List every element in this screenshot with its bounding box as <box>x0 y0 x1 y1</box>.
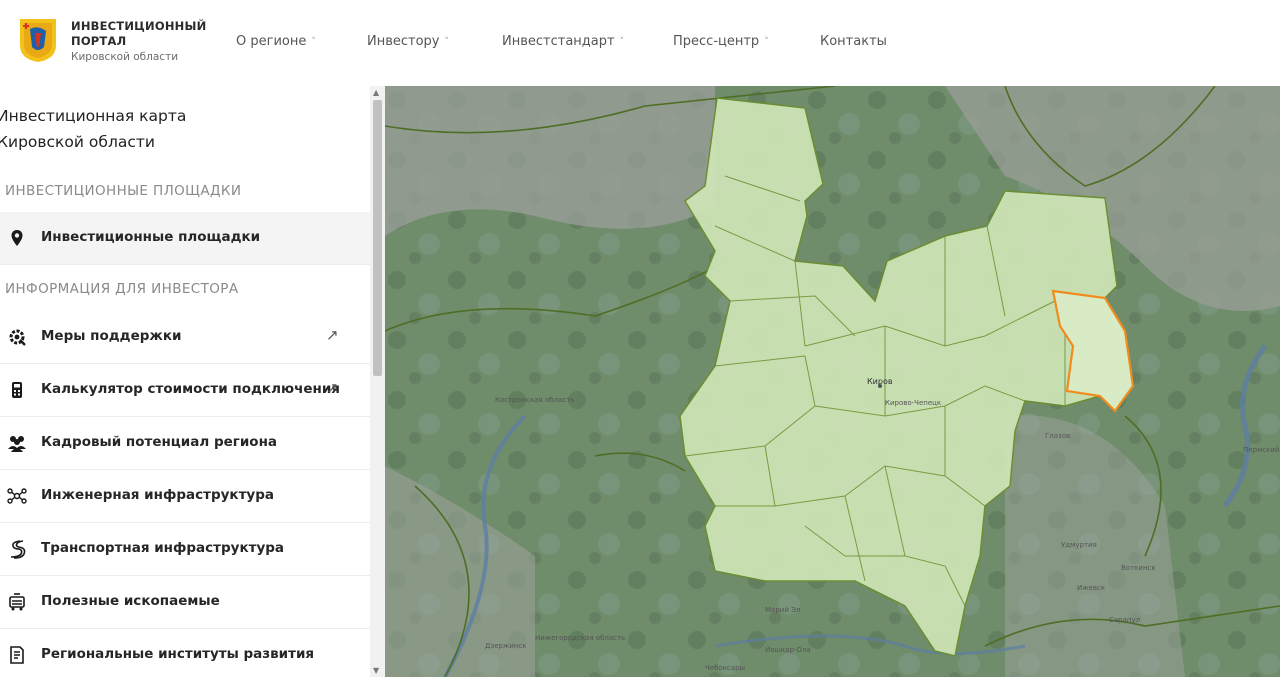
sidebar-item-label: Региональные институты развития <box>41 646 315 662</box>
external-link-icon[interactable]: ↗ <box>326 379 339 397</box>
sidebar-title-line2: Кировской области <box>0 133 155 151</box>
support-gear-icon <box>9 329 26 346</box>
nav-label: О регионе <box>236 34 307 49</box>
map-label-kirov[interactable]: Киров <box>867 377 893 386</box>
external-link-icon[interactable]: ↗ <box>326 326 339 344</box>
map-label-perm[interactable]: Пермский <box>1243 446 1279 454</box>
map-label-izhevsk[interactable]: Ижевск <box>1077 584 1105 592</box>
sidebar-item-engineering[interactable]: Инженерная инфраструктура <box>0 470 370 523</box>
map-canvas[interactable] <box>385 86 1280 677</box>
scroll-up-arrow-icon[interactable]: ▲ <box>373 88 379 97</box>
nav-contacts[interactable]: Контакты <box>820 34 887 49</box>
sidebar-item-development-institutes[interactable]: Региональные институты развития <box>0 629 370 677</box>
nav-press-center[interactable]: Пресс-центр ˅ <box>673 34 769 49</box>
nav-invest-standard[interactable]: Инвестстандарт ˅ <box>502 34 624 49</box>
chevron-down-icon: ˅ <box>444 37 450 47</box>
brand-line3: Кировской области <box>71 51 179 63</box>
sidebar-item-label: Инженерная инфраструктура <box>41 487 274 503</box>
nav-label: Контакты <box>820 34 887 49</box>
map-label-kirovo-chepetsk[interactable]: Кирово-Чепецк <box>885 399 941 407</box>
nav-label: Пресс-центр <box>673 34 760 49</box>
sidebar-item-connection-calculator[interactable]: Калькулятор стоимости подключения ↗ <box>0 364 370 417</box>
map-label-mari-el[interactable]: Марий Эл <box>765 606 800 614</box>
investment-map[interactable]: Киров Кирово-Чепецк Костромская область … <box>385 86 1280 677</box>
section-heading-sites: ИНВЕСТИЦИОННЫЕ ПЛОЩАДКИ <box>5 183 242 199</box>
scroll-down-arrow-icon[interactable]: ▼ <box>373 666 379 675</box>
nav-label: Инвестору <box>367 34 440 49</box>
nav-label: Инвестстандарт <box>502 34 615 49</box>
sidebar-item-minerals[interactable]: Полезные ископаемые <box>0 576 370 629</box>
map-label-dzerzhinsk[interactable]: Дзержинск <box>485 642 526 650</box>
road-icon <box>10 540 26 559</box>
calculator-icon <box>12 382 22 398</box>
map-label-yoshkar-ola[interactable]: Йошкар-Ола <box>765 646 811 654</box>
document-icon <box>10 646 24 664</box>
section-heading-investor-info: ИНФОРМАЦИЯ ДЛЯ ИНВЕСТОРА <box>5 281 239 297</box>
brand-text[interactable]: ИНВЕСТИЦИОННЫЙ ПОРТАЛ Кировской области <box>71 19 206 65</box>
map-label-votkinsk[interactable]: Воткинск <box>1121 564 1156 572</box>
open-land-area <box>385 86 715 236</box>
sidebar-item-label: Меры поддержки <box>41 328 182 344</box>
brand-line2: ПОРТАЛ <box>71 34 127 48</box>
kirov-coat-of-arms-logo[interactable] <box>18 17 58 63</box>
brand-line1: ИНВЕСТИЦИОННЫЙ <box>71 19 207 33</box>
nav-about-region[interactable]: О регионе ˅ <box>236 34 316 49</box>
site-header: ИНВЕСТИЦИОННЫЙ ПОРТАЛ Кировской области … <box>0 0 1280 86</box>
map-label-glazov[interactable]: Глазов <box>1045 432 1070 440</box>
map-label-nizhny[interactable]: Нижегородская область <box>535 634 625 642</box>
nav-investor[interactable]: Инвестору ˅ <box>367 34 449 49</box>
sidebar-item-label: Кадровый потенциал региона <box>41 434 278 450</box>
sidebar-item-transport[interactable]: Транспортная инфраструктура <box>0 523 370 576</box>
map-label-sarapul[interactable]: Сарапул <box>1109 616 1140 624</box>
sidebar-item-workforce[interactable]: Кадровый потенциал региона <box>0 417 370 470</box>
sidebar-item-label: Калькулятор стоимости подключения <box>41 381 340 397</box>
sidebar-item-label: Транспортная инфраструктура <box>41 540 285 556</box>
sidebar-scrollbar[interactable]: ▲ ▼ <box>370 86 385 677</box>
chevron-down-icon: ˅ <box>764 37 769 47</box>
network-icon <box>7 488 27 504</box>
sidebar: Инвестиционная карта Кировской области И… <box>0 86 370 677</box>
sidebar-item-support-measures[interactable]: Меры поддержки ↗ <box>0 311 370 364</box>
chevron-down-icon: ˅ <box>619 37 625 47</box>
scrollbar-thumb[interactable] <box>373 100 382 376</box>
mining-icon <box>9 593 25 611</box>
sidebar-item-label: Полезные ископаемые <box>41 593 220 609</box>
sidebar-title: Инвестиционная карта Кировской области <box>0 103 186 155</box>
sidebar-item-investment-sites[interactable]: Инвестиционные площадки <box>0 212 370 265</box>
chevron-down-icon: ˅ <box>311 37 316 47</box>
map-label-kostroma[interactable]: Костромская область <box>495 396 574 404</box>
map-pin-icon <box>11 230 23 246</box>
map-label-udmurtia[interactable]: Удмуртия <box>1061 541 1097 549</box>
people-icon <box>8 436 26 452</box>
sidebar-title-line1: Инвестиционная карта <box>0 107 187 125</box>
sidebar-item-label: Инвестиционные площадки <box>41 229 261 245</box>
map-label-cheboksary[interactable]: Чебоксары <box>705 664 745 672</box>
